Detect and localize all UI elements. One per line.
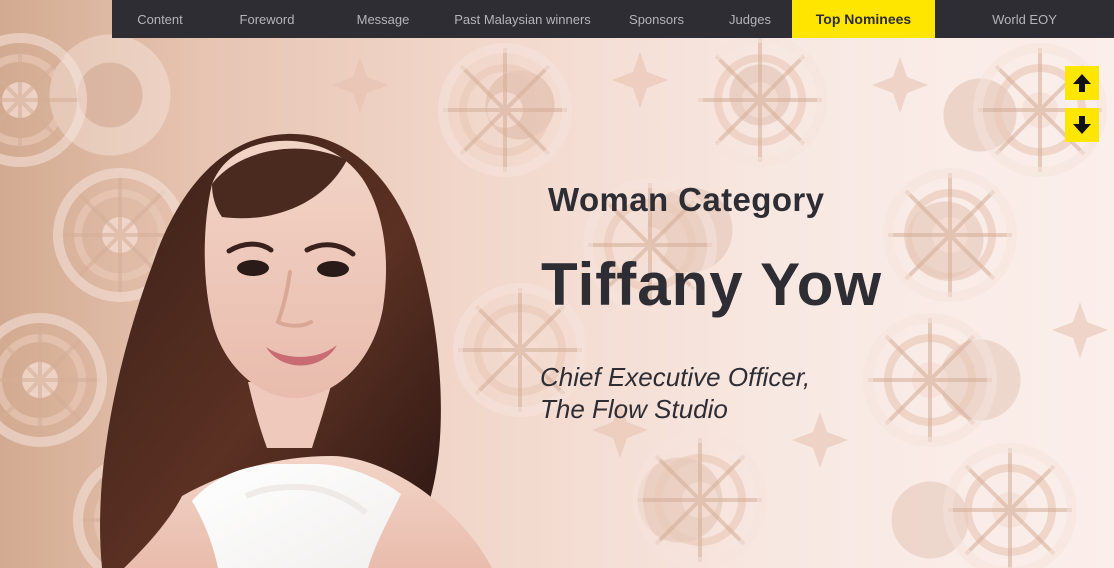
- nominee-role-line-1: Chief Executive Officer,: [540, 362, 811, 392]
- category-heading: Woman Category: [548, 181, 825, 218]
- nav-item-top-nominees[interactable]: Top Nominees: [792, 0, 935, 38]
- nav-item-world-eoy[interactable]: World EOY: [935, 0, 1114, 38]
- nav-item-content[interactable]: Content: [112, 0, 208, 38]
- arrow-up-icon: [1071, 72, 1093, 94]
- nav-item-past-malaysian-winners[interactable]: Past Malaysian winners: [440, 0, 605, 38]
- nominee-portrait: [100, 133, 492, 568]
- top-navigation: Content Foreword Message Past Malaysian …: [112, 0, 1114, 38]
- arrow-down-icon: [1071, 114, 1093, 136]
- nav-item-sponsors[interactable]: Sponsors: [605, 0, 708, 38]
- nav-item-message[interactable]: Message: [326, 0, 440, 38]
- scroll-down-button[interactable]: [1065, 108, 1099, 142]
- nominee-role-line-2: The Flow Studio: [540, 394, 728, 424]
- nav-item-foreword[interactable]: Foreword: [208, 0, 326, 38]
- nav-item-judges[interactable]: Judges: [708, 0, 792, 38]
- scroll-up-button[interactable]: [1065, 66, 1099, 100]
- nominee-name: Tiffany Yow: [541, 251, 883, 318]
